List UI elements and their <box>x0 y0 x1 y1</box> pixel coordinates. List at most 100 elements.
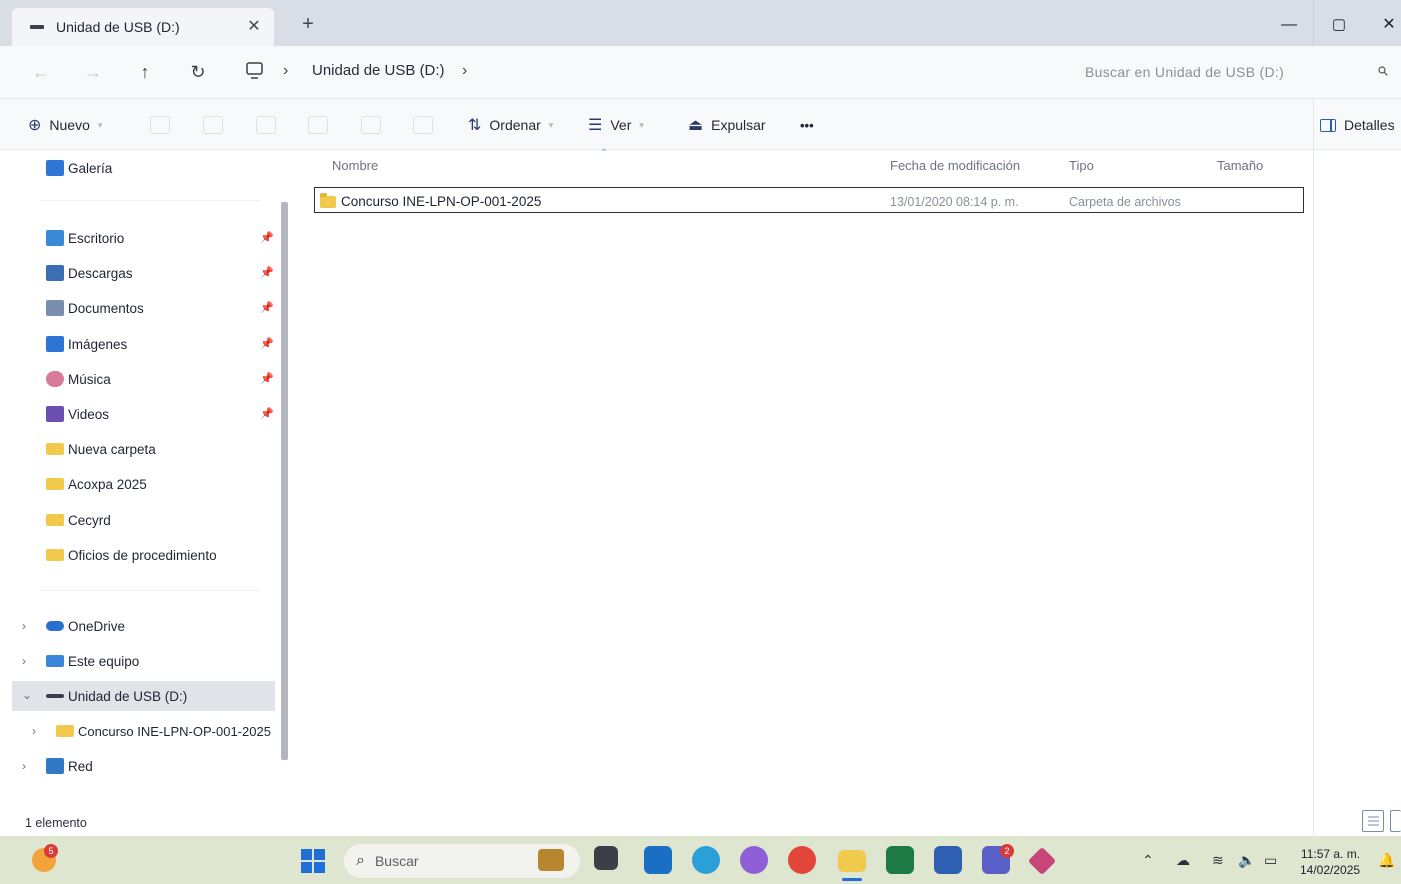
sidebar-item-quick-access[interactable]: Acoxpa 2025 <box>30 472 147 496</box>
up-button[interactable]: ↑ <box>130 60 160 84</box>
rename-icon[interactable] <box>308 116 328 134</box>
video-icon <box>46 406 64 422</box>
details-button[interactable]: Detalles <box>1320 114 1395 136</box>
search-icon[interactable] <box>1378 66 1388 76</box>
desktop-icon <box>46 230 64 246</box>
clock-time: 11:57 a. m. <box>1300 847 1361 861</box>
details-view-icon[interactable] <box>1362 810 1384 832</box>
share-icon[interactable] <box>361 116 381 134</box>
chrome-browser-icon[interactable] <box>788 846 816 874</box>
sidebar-item-quick-access[interactable]: Nueva carpeta <box>30 437 156 461</box>
details-view-lines-icon <box>1368 816 1379 826</box>
delete-icon[interactable] <box>413 116 433 134</box>
navigation-scrollbar[interactable] <box>281 202 288 760</box>
sidebar-item-quick-access[interactable]: Música <box>30 367 111 391</box>
volume-muted-icon[interactable]: 🔈 <box>1238 852 1255 869</box>
details-pane-icon <box>1320 118 1336 132</box>
taskbar-clock[interactable]: 11:57 a. m. 14/02/2025 <box>1300 846 1360 878</box>
search-input[interactable]: Buscar en Unidad de USB (D:) <box>1085 64 1284 80</box>
file-name-cell: Concurso INE-LPN-OP-001-2025 <box>341 194 542 209</box>
column-header-size[interactable]: Tamaño <box>1217 158 1263 173</box>
usb-drive-icon <box>46 694 64 698</box>
sidebar-item-quick-access[interactable]: Videos <box>30 402 109 426</box>
windows-start-icon[interactable] <box>300 848 326 874</box>
sidebar-item-quick-access[interactable]: Imágenes <box>30 332 127 356</box>
pin-icon[interactable]: 📌 <box>260 266 274 279</box>
chevron-down-icon: ▾ <box>548 119 554 130</box>
edge-browser-icon[interactable] <box>692 846 720 874</box>
sidebar-item-label: Descargas <box>68 265 133 281</box>
usb-drive-icon <box>30 25 44 29</box>
breadcrumb-expand[interactable]: › <box>462 62 467 80</box>
onedrive-cloud-icon <box>46 621 64 631</box>
close-window-button[interactable]: ✕ <box>1374 12 1401 38</box>
sidebar-item-label: Unidad de USB (D:) <box>68 688 188 704</box>
sidebar-item-quick-access[interactable]: Cecyrd <box>30 508 111 532</box>
computer-icon <box>46 655 64 667</box>
sidebar-item-onedrive[interactable]: OneDrive <box>30 614 125 638</box>
weather-badge: 5 <box>44 844 58 858</box>
column-header-date[interactable]: Fecha de modificación <box>890 158 1020 173</box>
tiles-view-icon[interactable] <box>1390 810 1401 832</box>
pin-icon[interactable]: 📌 <box>260 231 274 244</box>
restore-button[interactable]: ▢ <box>1324 12 1354 38</box>
sidebar-item-quick-access[interactable]: Escritorio <box>30 226 124 250</box>
tab-usb-drive[interactable]: Unidad de USB (D:) ✕ <box>12 8 274 46</box>
sidebar-item-label: OneDrive <box>68 618 126 634</box>
expand-chevron-icon[interactable]: › <box>22 654 26 668</box>
view-button[interactable]: ☰ Ver ▾ <box>588 114 644 136</box>
pin-icon[interactable]: 📌 <box>260 301 274 314</box>
refresh-button[interactable]: ↻ <box>183 60 213 84</box>
cut-icon[interactable] <box>150 116 170 134</box>
sidebar-item-network[interactable]: Red <box>30 754 93 778</box>
excel-icon[interactable] <box>886 846 914 874</box>
show-hidden-icons-chevron[interactable]: ⌃ <box>1142 852 1154 869</box>
new-button[interactable]: ⊕ Nuevo ▾ <box>28 114 102 136</box>
pin-icon[interactable]: 📌 <box>260 372 274 385</box>
expand-chevron-icon[interactable]: › <box>32 724 36 738</box>
copilot-icon[interactable] <box>740 846 768 874</box>
column-header-type[interactable]: Tipo <box>1069 158 1094 173</box>
forward-button[interactable]: → <box>78 60 108 84</box>
file-explorer-icon[interactable] <box>838 850 866 872</box>
pin-icon[interactable]: 📌 <box>260 407 274 420</box>
paste-icon[interactable] <box>256 116 276 134</box>
battery-icon[interactable]: ▭ <box>1264 852 1277 869</box>
expand-chevron-icon[interactable]: › <box>22 759 26 773</box>
eject-button[interactable]: ⏏ Expulsar <box>688 114 766 136</box>
back-button[interactable]: ← <box>26 60 56 84</box>
breadcrumb-separator[interactable]: › <box>283 62 288 80</box>
cloud-sync-icon[interactable]: ☁ <box>1176 852 1190 869</box>
active-app-indicator <box>842 878 862 881</box>
expand-chevron-icon[interactable]: › <box>22 619 26 633</box>
sort-button[interactable]: ⇅ Ordenar ▾ <box>468 114 553 136</box>
briefcase-icon[interactable] <box>538 849 564 871</box>
sidebar-item-quick-access[interactable]: Documentos <box>30 296 144 320</box>
sidebar-item-label: Cecyrd <box>68 512 111 528</box>
pin-icon[interactable]: 📌 <box>260 337 274 350</box>
notification-bell-icon[interactable]: 🔔 <box>1378 852 1395 869</box>
status-item-count: 1 elemento <box>25 816 87 830</box>
gallery-icon <box>46 160 64 176</box>
word-icon[interactable] <box>934 846 962 874</box>
task-view-icon[interactable] <box>594 846 618 870</box>
monitor-icon[interactable] <box>245 62 265 80</box>
copy-icon[interactable] <box>203 116 223 134</box>
details-pane-divider <box>1313 99 1314 835</box>
sidebar-item-quick-access[interactable]: Oficios de procedimiento <box>30 543 217 567</box>
minimize-button[interactable]: — <box>1274 12 1304 38</box>
column-header-name[interactable]: Nombre <box>332 158 378 173</box>
sidebar-item-usb-drive[interactable]: Unidad de USB (D:) <box>30 684 187 708</box>
more-options-button[interactable]: ••• <box>800 114 814 136</box>
tab-close-button[interactable]: ✕ <box>244 16 264 36</box>
sidebar-item-this-pc[interactable]: Este equipo <box>30 649 139 673</box>
network-icon <box>46 758 64 774</box>
sidebar-item-quick-access[interactable]: Descargas <box>30 261 133 285</box>
wifi-icon[interactable]: ≋ <box>1212 852 1224 869</box>
new-tab-button[interactable]: + <box>296 12 320 36</box>
sidebar-item-concurso-folder[interactable]: Concurso INE-LPN-OP-001-2025 <box>40 719 271 743</box>
view-label: Ver <box>610 117 632 133</box>
sidebar-item-gallery[interactable]: Galería <box>30 156 112 180</box>
breadcrumb-current[interactable]: Unidad de USB (D:) <box>312 62 445 79</box>
outlook-icon[interactable] <box>644 846 672 874</box>
